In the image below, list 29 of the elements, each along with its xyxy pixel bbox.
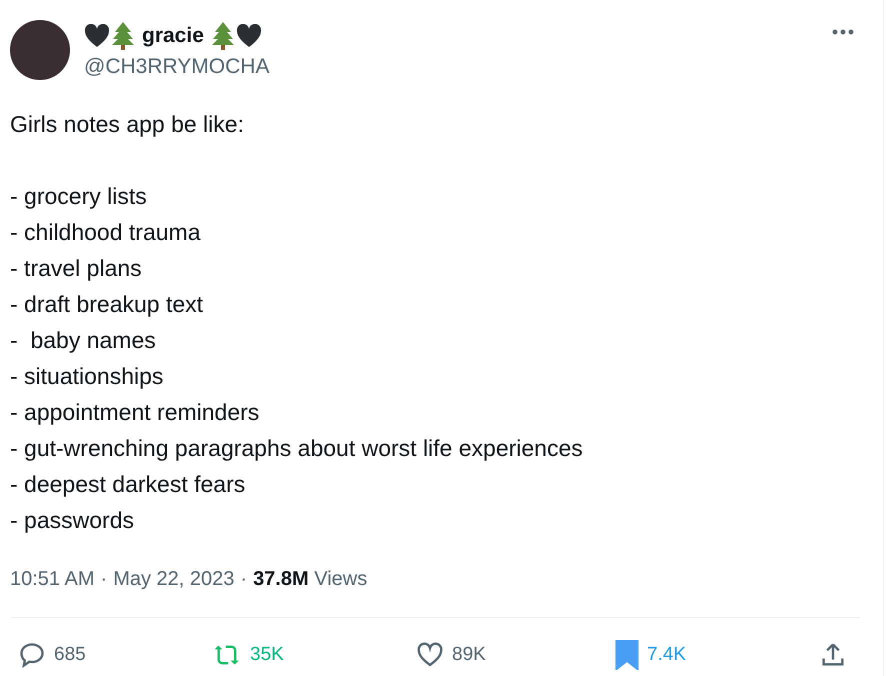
tweet-text-line: - situationships: [10, 363, 164, 389]
reply-button[interactable]: 685: [18, 641, 98, 669]
heart-icon: [416, 641, 444, 669]
like-button[interactable]: 89K: [416, 641, 501, 669]
tweet-text-line: - travel plans: [10, 255, 142, 281]
more-options-icon[interactable]: [831, 28, 855, 36]
user-handle[interactable]: @CH3RRYMOCHA: [84, 54, 270, 78]
tweet-text-line: - childhood trauma: [10, 219, 200, 245]
tree-icon: [112, 22, 134, 50]
tweet-text-line: - gut-wrenching paragraphs about worst life experiences: [10, 435, 583, 461]
views-label: Views: [314, 568, 368, 590]
separator-dot: ·: [100, 568, 108, 591]
heart-icon: [236, 24, 262, 48]
tweet-text-line: - deepest darkest fears: [10, 471, 246, 497]
post-date[interactable]: May 22, 2023: [113, 568, 234, 591]
tree-icon: [212, 22, 234, 50]
tweet-text-line: - passwords: [10, 507, 134, 533]
tweet-text-line: - draft breakup text: [10, 291, 204, 317]
timestamp[interactable]: 10:51 AM: [10, 568, 95, 591]
tweet-text-line: - appointment reminders: [10, 399, 260, 425]
bookmark-icon: [615, 640, 639, 670]
heart-icon: [84, 24, 110, 48]
separator-dot: ·: [240, 568, 248, 591]
speech-bubble-icon: [18, 641, 46, 669]
display-name[interactable]: gracie: [142, 24, 204, 48]
tweet-text-line: Girls notes app be like:: [10, 111, 244, 137]
tweet-text-line: - baby names: [10, 327, 156, 353]
views-count: 37.8M: [253, 568, 309, 590]
tweet-text-line: - grocery lists: [10, 183, 147, 209]
